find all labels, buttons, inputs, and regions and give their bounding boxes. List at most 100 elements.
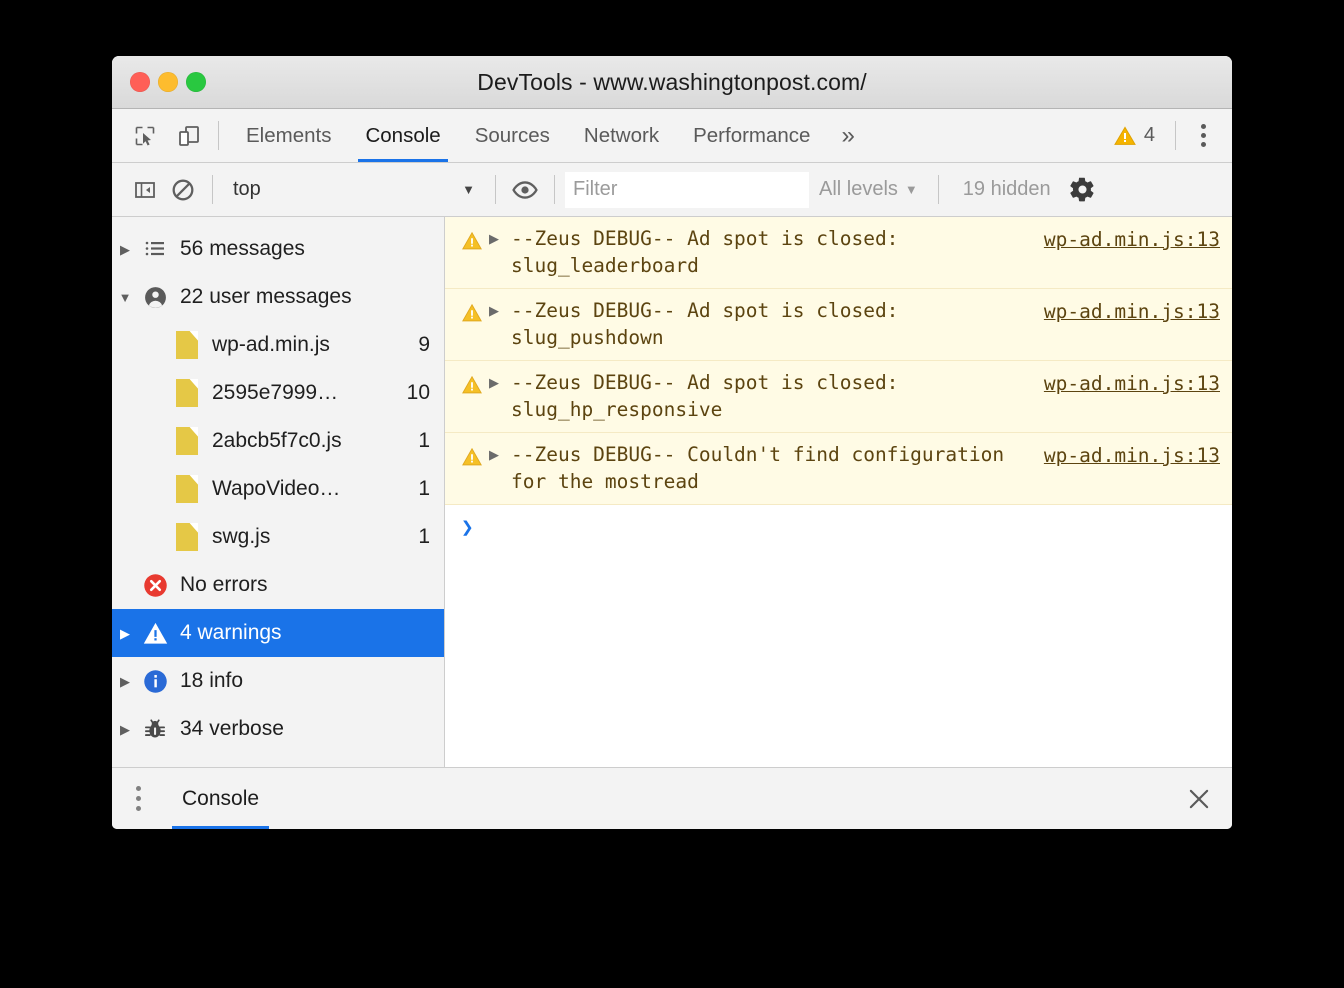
sidebar-item-count: 1 [418,477,430,500]
error-icon [138,572,172,599]
devtools-drawer: Console [112,767,1232,829]
expand-message-triangle-icon[interactable]: ▶ [489,441,511,461]
hidden-messages-count: 19 hidden [962,178,1051,200]
tabbar-right-divider [1175,121,1176,150]
console-message-row[interactable]: ▶ --Zeus DEBUG-- Ad spot is closed: slug… [445,361,1232,433]
warning-triangle-icon [1114,125,1136,145]
chevron-down-icon: ▼ [462,182,475,197]
close-window-button[interactable] [130,72,150,92]
console-message-row[interactable]: ▶ --Zeus DEBUG-- Couldn't find configura… [445,433,1232,505]
expand-message-triangle-icon[interactable]: ▶ [489,225,511,245]
tabbar-divider [218,121,219,150]
file-icon [170,427,204,455]
sidebar-item-file[interactable]: 2abcb5f7c0.js 1 [112,417,444,465]
console-sidebar: ▶ 56 messages ▼ 22 user messages wp-ad.m… [112,217,445,767]
bug-icon [138,716,172,742]
sidebar-item-label: 2595e7999… [212,381,339,404]
sidebar-item-warnings[interactable]: ▶ 4 warnings [112,609,444,657]
sidebar-item-count: 9 [418,333,430,356]
tab-elements-label: Elements [246,123,332,147]
sidebar-item-info[interactable]: ▶ 18 info [112,657,444,705]
log-level-select[interactable]: All levels ▼ [809,178,928,201]
live-expression-eye-icon[interactable] [506,171,544,209]
toolbar-divider-3 [554,175,555,204]
warning-count-badge[interactable]: 4 [1103,124,1165,148]
sidebar-item-count: 10 [406,381,430,404]
toolbar-divider-4 [937,175,939,204]
sidebar-toggle-icon[interactable] [126,171,164,209]
tab-network-label: Network [583,123,660,147]
disclosure-triangle-icon[interactable]: ▶ [112,627,138,640]
sidebar-item-user-messages[interactable]: ▼ 22 user messages [112,273,444,321]
sidebar-item-file[interactable]: wp-ad.min.js 9 [112,321,444,369]
file-icon [170,379,204,407]
console-message-row[interactable]: ▶ --Zeus DEBUG-- Ad spot is closed: slug… [445,289,1232,361]
sidebar-item-label: 4 warnings [180,621,282,644]
console-message-source-link[interactable]: wp-ad.min.js:13 [1044,369,1220,397]
user-icon [138,285,172,310]
sidebar-item-label: 56 messages [180,237,305,260]
console-message-text: --Zeus DEBUG-- Ad spot is closed: slug_h… [511,371,911,421]
execution-context-select[interactable]: top ▼ [223,171,485,209]
disclosure-triangle-icon[interactable]: ▼ [112,291,138,304]
devtools-window: DevTools - www.washingtonpost.com/ Eleme… [112,56,1232,829]
file-icon [170,331,204,359]
console-prompt[interactable]: ❯ [445,505,1232,549]
expand-message-triangle-icon[interactable]: ▶ [489,369,511,389]
sidebar-item-file[interactable]: WapoVideo… 1 [112,465,444,513]
tab-network[interactable]: Network [567,109,676,162]
sidebar-item-errors[interactable]: No errors [112,561,444,609]
console-message-source-link[interactable]: wp-ad.min.js:13 [1044,297,1220,325]
more-tabs-chevron-icon[interactable]: » [827,109,868,162]
chevron-down-icon: ▼ [904,182,918,197]
sidebar-item-file[interactable]: 2595e7999… 10 [112,369,444,417]
drawer-kebab-icon[interactable] [112,768,164,829]
expand-message-triangle-icon[interactable]: ▶ [489,297,511,317]
warning-icon [461,297,489,329]
sidebar-item-count: 1 [418,525,430,548]
sidebar-item-messages[interactable]: ▶ 56 messages [112,225,444,273]
maximize-window-button[interactable] [186,72,206,92]
tab-performance-label: Performance [693,123,811,147]
clear-console-icon[interactable] [164,171,202,209]
disclosure-triangle-icon[interactable]: ▶ [112,723,138,736]
sidebar-item-label: 18 info [180,669,244,692]
console-message-source-link[interactable]: wp-ad.min.js:13 [1044,225,1220,253]
close-drawer-icon[interactable] [1166,768,1232,829]
sidebar-item-label: WapoVideo… [212,477,341,500]
kebab-menu-icon[interactable] [1186,117,1220,155]
tab-console[interactable]: Console [348,109,457,162]
toolbar-divider-2 [495,175,496,204]
tab-sources[interactable]: Sources [458,109,567,162]
toolbar-divider-1 [212,175,213,204]
warning-icon [461,225,489,257]
sidebar-item-label: wp-ad.min.js [212,333,330,356]
console-split: ▶ 56 messages ▼ 22 user messages wp-ad.m… [112,217,1232,767]
tab-elements[interactable]: Elements [229,109,348,162]
execution-context-value: top [233,178,261,200]
filter-input[interactable] [565,171,809,208]
minimize-window-button[interactable] [158,72,178,92]
disclosure-triangle-icon[interactable]: ▶ [112,243,138,256]
device-toolbar-icon[interactable] [170,117,208,155]
list-icon [138,237,172,261]
settings-gear-icon[interactable] [1065,172,1101,208]
sidebar-item-verbose[interactable]: ▶ 34 verbose [112,705,444,753]
tabbar-left-icons [112,109,208,162]
prompt-arrow-icon: ❯ [461,515,474,539]
console-message-source-link[interactable]: wp-ad.min.js:13 [1044,441,1220,469]
inspect-element-icon[interactable] [126,117,164,155]
tab-performance[interactable]: Performance [676,109,827,162]
info-icon [138,668,172,695]
sidebar-item-file[interactable]: swg.js 1 [112,513,444,561]
file-icon [170,475,204,503]
console-message-text: --Zeus DEBUG-- Ad spot is closed: slug_l… [511,227,911,277]
console-message-text: --Zeus DEBUG-- Ad spot is closed: slug_p… [511,299,911,349]
drawer-tab-label: Console [182,786,260,810]
warning-icon [461,369,489,401]
console-message-row[interactable]: ▶ --Zeus DEBUG-- Ad spot is closed: slug… [445,217,1232,289]
devtools-tabs: Elements Console Sources Network Perform… [229,109,869,162]
sidebar-item-label: No errors [180,573,268,596]
disclosure-triangle-icon[interactable]: ▶ [112,675,138,688]
drawer-tab-console[interactable]: Console [164,768,277,829]
